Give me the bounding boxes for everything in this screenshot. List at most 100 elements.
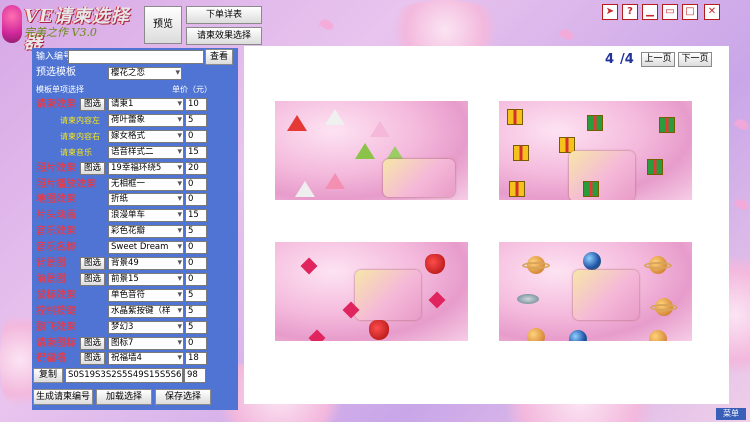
crane-icon xyxy=(370,121,390,137)
minimize-icon[interactable]: ▁ xyxy=(642,4,658,20)
option-select[interactable]: 彩色花瓣 xyxy=(108,225,184,239)
price-field[interactable]: 5 xyxy=(185,113,207,127)
gift-icon xyxy=(513,145,529,161)
copy-button[interactable]: 复制 xyxy=(33,368,63,383)
pic-select-button[interactable]: 图选 xyxy=(80,257,105,270)
option-select[interactable]: 请柬1 xyxy=(108,98,184,111)
view-button[interactable]: 查看 xyxy=(205,49,233,65)
price-field[interactable]: 5 xyxy=(185,288,207,302)
option-label: 背景图 xyxy=(36,258,66,269)
option-select[interactable]: 水晶紫按键（样 xyxy=(108,304,184,318)
option-select[interactable]: 背景49 xyxy=(108,257,184,270)
option-label: 前景图 xyxy=(36,273,66,285)
save-selection-button[interactable]: 保存选择 xyxy=(155,389,211,405)
pic-select-button[interactable]: 图选 xyxy=(80,161,105,175)
option-select[interactable]: 单色音符 xyxy=(108,288,184,302)
crane-icon xyxy=(355,143,375,159)
ufo-icon xyxy=(517,294,539,304)
price-field[interactable]: 0 xyxy=(185,257,207,270)
price-field[interactable]: 20 xyxy=(185,161,207,175)
option-row: 鼠标效果 单色音符5 xyxy=(32,288,238,303)
planet-ring-icon xyxy=(644,262,672,269)
price-field[interactable]: 18 xyxy=(185,352,207,366)
generate-number-button[interactable]: 生成请柬编号 xyxy=(33,389,93,405)
total-field[interactable]: 98 xyxy=(184,368,206,383)
option-label: 音乐名称 xyxy=(36,242,76,254)
price-field[interactable]: 0 xyxy=(185,129,207,143)
option-select[interactable]: 梦幻3 xyxy=(108,320,184,334)
option-select[interactable]: 图标7 xyxy=(108,336,184,350)
restore-icon[interactable]: ▭ xyxy=(662,4,678,20)
preview-area: 4 /4 上一页 下一页 xyxy=(244,46,729,404)
option-select[interactable]: Sweet Dream xyxy=(108,241,184,255)
planet-icon xyxy=(527,328,545,341)
code-field[interactable]: S0S19S3S2S5S49S15S5S6 xyxy=(65,368,183,383)
input-number-field[interactable] xyxy=(68,50,204,64)
pic-select-button[interactable]: 图选 xyxy=(80,272,105,286)
option-row: 飘飞效果 梦幻35 xyxy=(32,320,238,335)
price-field[interactable]: 5 xyxy=(185,304,207,318)
order-detail-button[interactable]: 下单详表 xyxy=(186,6,262,24)
prev-page-button[interactable]: 上一页 xyxy=(641,52,675,67)
earth-icon xyxy=(583,252,601,270)
option-row: 音乐效果 彩色花瓣5 xyxy=(32,225,238,239)
option-row: 照片播放效果无相框一0 xyxy=(32,177,238,192)
close-icon[interactable]: ✕ xyxy=(704,4,720,20)
watermark-url: jingyan.baidu.com xyxy=(596,394,680,404)
invitation-card xyxy=(383,159,455,197)
pic-select-button[interactable]: 图选 xyxy=(80,336,105,350)
price-field[interactable]: 10 xyxy=(185,98,207,111)
gift-icon xyxy=(647,159,663,175)
template-thumbnail[interactable] xyxy=(275,242,468,341)
price-field[interactable]: 0 xyxy=(185,177,207,191)
price-field[interactable]: 15 xyxy=(185,145,207,159)
help-icon[interactable]: ? xyxy=(622,4,638,20)
template-thumbnail[interactable] xyxy=(275,101,468,200)
maximize-icon[interactable]: □ xyxy=(682,4,698,20)
page-current: 4 xyxy=(605,52,615,67)
pic-select-button[interactable]: 图选 xyxy=(80,352,105,366)
option-row: 请柬音乐 语音样式二15 xyxy=(32,145,238,160)
option-label: 地图效果 xyxy=(36,194,76,206)
price-field[interactable]: 5 xyxy=(185,320,207,334)
price-field[interactable]: 0 xyxy=(185,336,207,350)
price-field[interactable]: 0 xyxy=(185,193,207,207)
unit-price-label: 单价（元） xyxy=(172,85,212,94)
option-select[interactable]: 19幸福环绕5 xyxy=(108,161,184,175)
falling-petal xyxy=(318,17,336,32)
gift-icon xyxy=(587,115,603,131)
next-page-button[interactable]: 下一页 xyxy=(678,52,712,67)
option-select[interactable]: 语音样式二 xyxy=(108,145,184,159)
option-select[interactable]: 嫁女格式 xyxy=(108,129,184,143)
template-thumbnail[interactable] xyxy=(499,101,692,200)
option-label: 请柬内容左 xyxy=(60,115,100,125)
pointer-icon[interactable]: ➤ xyxy=(602,4,618,20)
pic-select-button[interactable]: 图选 xyxy=(80,98,105,111)
falling-petal xyxy=(733,117,750,132)
effect-select-button[interactable]: 请柬效果选择 xyxy=(186,27,262,45)
crane-icon xyxy=(325,109,345,125)
option-select[interactable]: 荷叶蕾象 xyxy=(108,113,184,127)
price-field[interactable]: 5 xyxy=(185,225,207,239)
option-select[interactable]: 祝福墙4 xyxy=(108,352,184,366)
option-select[interactable]: 浪漫单车 xyxy=(108,209,184,223)
option-label: 请柬效果 xyxy=(36,99,76,110)
invitation-card xyxy=(569,151,635,200)
price-field[interactable]: 15 xyxy=(185,209,207,223)
option-select[interactable]: 折纸 xyxy=(108,193,184,207)
corner-tag[interactable]: 菜单 xyxy=(716,408,746,420)
option-label: 音乐效果 xyxy=(36,226,76,238)
preset-template-select[interactable]: 樱花之恋 xyxy=(108,67,182,80)
load-selection-button[interactable]: 加载选择 xyxy=(96,389,152,405)
option-select[interactable]: 前景15 xyxy=(108,272,184,286)
option-row: 前景图 图选前景150 xyxy=(32,272,238,287)
price-field[interactable]: 0 xyxy=(185,272,207,286)
preview-button[interactable]: 预览 xyxy=(144,6,182,44)
option-select[interactable]: 无相框一 xyxy=(108,177,184,191)
option-row: 请柬内容左荷叶蕾象5 xyxy=(32,113,238,128)
price-field[interactable]: 0 xyxy=(185,241,207,255)
option-label: 照片播放效果 xyxy=(36,178,96,190)
option-row: 音乐名称 Sweet Dream0 xyxy=(32,241,238,255)
template-thumbnail[interactable] xyxy=(499,242,692,341)
gift-icon xyxy=(583,181,599,197)
